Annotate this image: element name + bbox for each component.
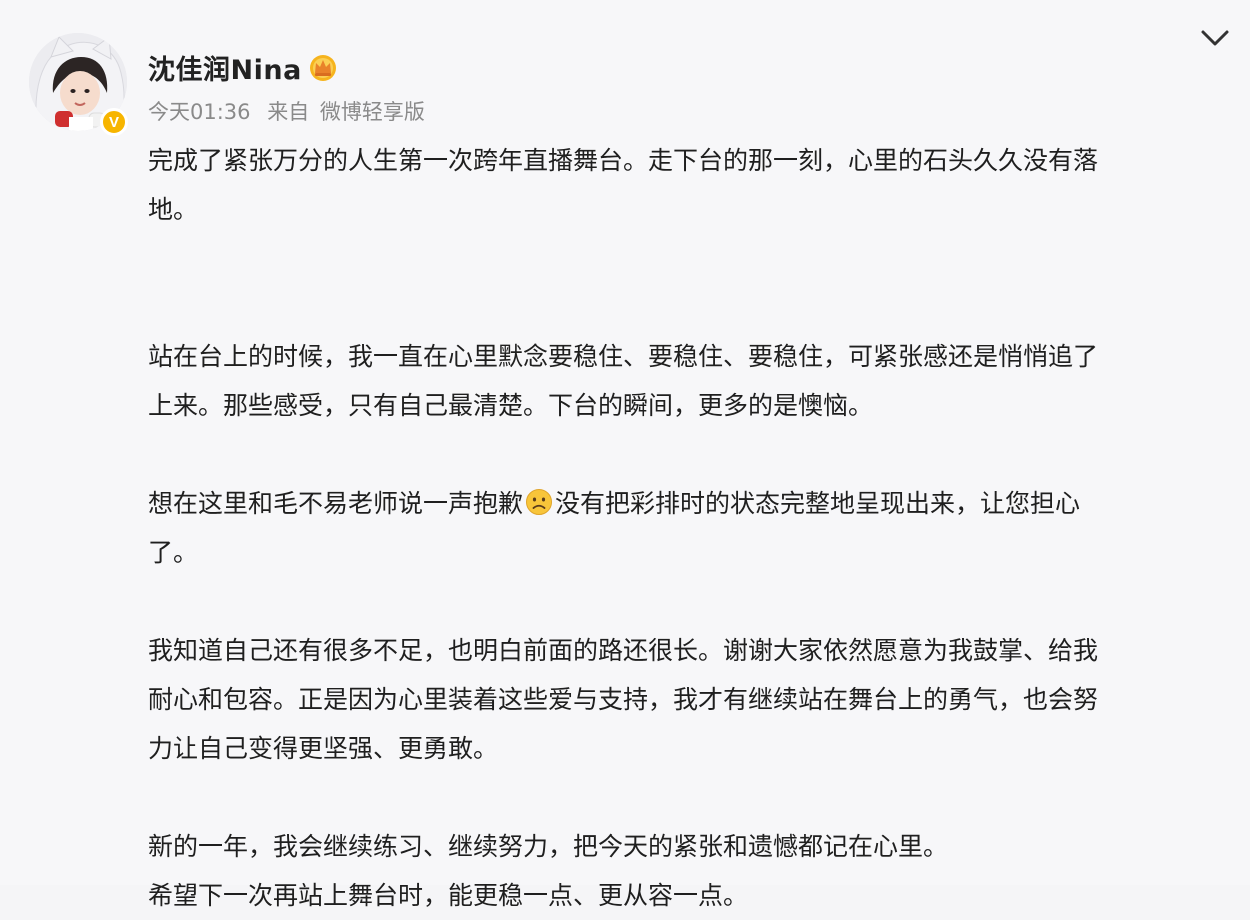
paragraph-line: 地。	[148, 195, 199, 224]
paragraph-line: 新的一年，我会继续练习、继续努力，把今天的紧张和遗憾都记在心里。	[148, 832, 949, 861]
source-prefix: 来自	[267, 100, 310, 124]
verified-badge-letter: V	[108, 113, 119, 131]
paragraph-line: 站在台上的时候，我一直在心里默念要稳住、要稳住、要稳住，可紧张感还是悄悄追了	[148, 342, 1099, 371]
post-time[interactable]: 今天01:36	[148, 100, 251, 124]
paragraph-line: 完成了紧张万分的人生第一次跨年直播舞台。走下台的那一刻，心里的石头久久没有落	[148, 146, 1099, 175]
paragraph-line-with-emoji: 想在这里和毛不易老师说一声抱歉 没有把彩排时的状态完整地呈现出来，让您担心	[148, 479, 1228, 528]
weibo-post-card: V 沈佳润Nina 今天01:36 来自 微博轻享版 完成了紧张万分的人生第一次…	[0, 0, 1250, 910]
post-source[interactable]: 微博轻享版	[320, 100, 425, 124]
paragraph-text: 没有把彩排时的状态完整地呈现出来，让您担心	[555, 489, 1081, 518]
post-body: 完成了紧张万分的人生第一次跨年直播舞台。走下台的那一刻，心里的石头久久没有落 地…	[148, 136, 1228, 920]
paragraph-line: 力让自己变得更坚强、更勇敢。	[148, 734, 499, 763]
paragraph-line: 希望下一次再站上舞台时，能更稳一点、更从容一点。	[148, 881, 749, 910]
paragraph-line: 我知道自己还有很多不足，也明白前面的路还很长。谢谢大家依然愿意为我鼓掌、给我	[148, 636, 1099, 665]
post-meta: 今天01:36 来自 微博轻享版	[148, 96, 435, 126]
author-name[interactable]: 沈佳润Nina	[148, 48, 302, 87]
paragraph-text: 想在这里和毛不易老师说一声抱歉	[148, 489, 524, 518]
sad-face-emoji-icon	[526, 489, 553, 515]
paragraph-line: 上来。那些感受，只有自己最清楚。下台的瞬间，更多的是懊恼。	[148, 391, 874, 420]
crown-icon[interactable]	[306, 52, 340, 82]
paragraph-line: 了。	[148, 538, 199, 567]
paragraph-line: 耐心和包容。正是因为心里装着这些爱与支持，我才有继续站在舞台上的勇气，也会努	[148, 685, 1099, 714]
verified-badge: V	[100, 108, 128, 136]
chevron-down-icon[interactable]	[1198, 26, 1232, 50]
